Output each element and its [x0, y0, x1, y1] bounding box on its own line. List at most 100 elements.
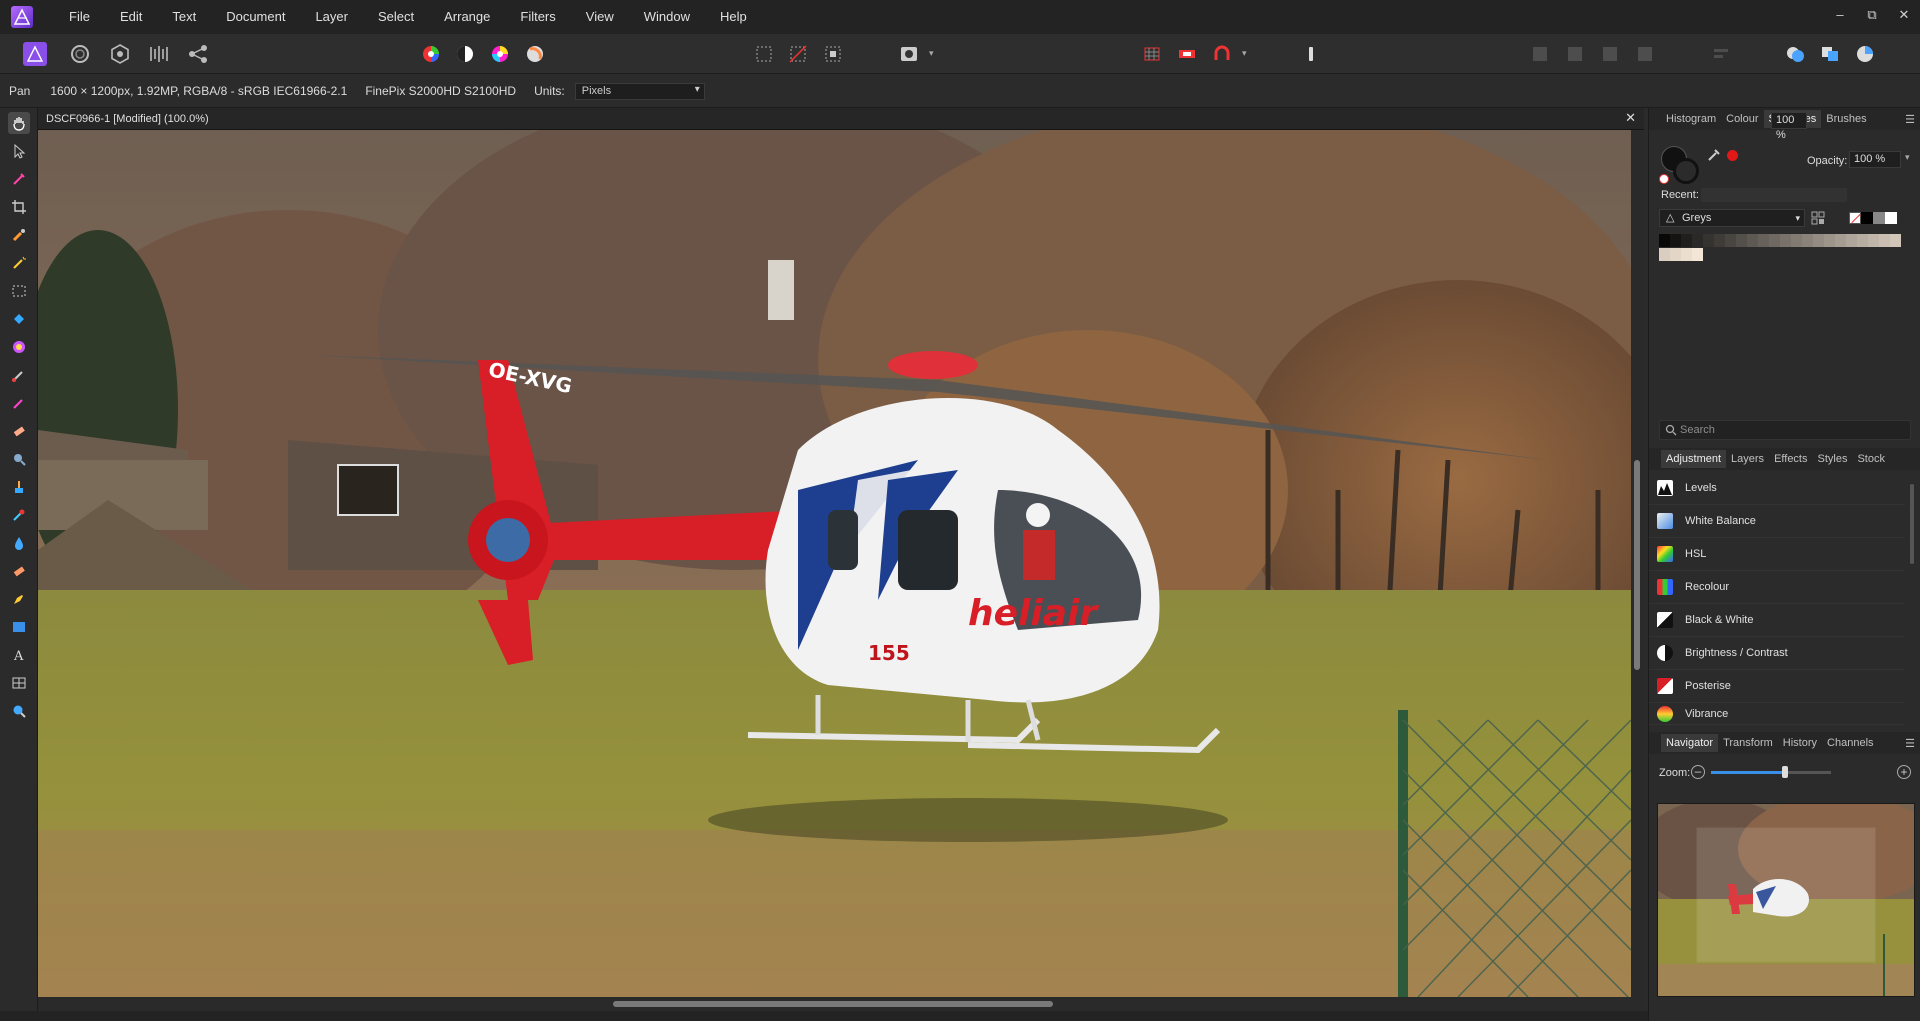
tone-mapping-persona-icon[interactable] [146, 41, 172, 67]
zoom-out-icon[interactable]: – [1691, 765, 1705, 779]
snapping-grid-icon[interactable] [1139, 41, 1165, 67]
smudge-brush-tool-icon[interactable] [8, 560, 30, 582]
view-tool-hand-icon[interactable] [8, 112, 30, 134]
palette-swatch[interactable] [1791, 234, 1802, 247]
adjustment-levels[interactable]: Levels [1649, 472, 1905, 505]
develop-persona-icon[interactable] [107, 41, 133, 67]
palette-swatch[interactable] [1670, 234, 1681, 247]
zoom-in-icon[interactable]: + [1897, 765, 1911, 779]
zoom-slider[interactable] [1711, 766, 1831, 778]
adjustment-vibrance[interactable]: Vibrance [1649, 703, 1905, 725]
palette-swatch[interactable] [1659, 248, 1670, 261]
document-canvas[interactable]: heliair 155 OE-XVG [38, 130, 1631, 997]
palette-swatch[interactable] [1681, 248, 1692, 261]
opacity-input[interactable]: 100 % [1849, 151, 1901, 168]
arrange-back-icon[interactable] [1527, 41, 1553, 67]
align-icon[interactable] [1708, 41, 1734, 67]
tab-navigator[interactable]: Navigator [1661, 734, 1719, 752]
selection-marquee-icon[interactable] [751, 41, 777, 67]
blur-brush-tool-icon[interactable] [8, 532, 30, 554]
crop-tool-icon[interactable] [8, 196, 30, 218]
menu-layer[interactable]: Layer [300, 0, 363, 34]
tab-stock[interactable]: Stock [1852, 450, 1890, 468]
menu-view[interactable]: View [571, 0, 629, 34]
menu-window[interactable]: Window [629, 0, 705, 34]
rectangle-tool-icon[interactable] [8, 616, 30, 638]
palette-swatch[interactable] [1670, 248, 1681, 261]
horizontal-scroll-thumb[interactable] [613, 1001, 1053, 1007]
palette-swatch[interactable] [1857, 234, 1868, 247]
palette-swatch[interactable] [1659, 234, 1670, 247]
zoom-input[interactable]: 100 % [1771, 112, 1807, 141]
quick-mask-dropdown-icon[interactable]: ▾ [929, 48, 934, 59]
color-picker-tool-icon[interactable] [8, 168, 30, 190]
eyedropper-icon[interactable] [1707, 148, 1721, 165]
no-colour-icon[interactable] [1659, 174, 1669, 184]
close-document-icon[interactable]: ✕ [1625, 110, 1636, 126]
document-tab[interactable]: DSCF0966-1 [Modified] (100.0%) ✕ [38, 108, 1644, 130]
vertical-scrollbar[interactable] [1631, 130, 1644, 997]
panel-menu-icon[interactable]: ☰ [1905, 737, 1915, 750]
export-persona-icon[interactable] [185, 41, 211, 67]
navigator-preview[interactable] [1657, 803, 1915, 997]
palette-swatch[interactable] [1824, 234, 1835, 247]
menu-filters[interactable]: Filters [505, 0, 570, 34]
pixel-tool-icon[interactable] [8, 392, 30, 414]
vertical-scroll-thumb[interactable] [1634, 460, 1640, 670]
palette-swatch[interactable] [1714, 234, 1725, 247]
gradient-tool-icon[interactable] [8, 336, 30, 358]
boolean-intersect-icon[interactable] [1852, 41, 1878, 67]
palette-swatch[interactable] [1879, 234, 1890, 247]
dodge-brush-tool-icon[interactable] [8, 448, 30, 470]
arrange-forward-icon[interactable] [1597, 41, 1623, 67]
tab-colour[interactable]: Colour [1721, 110, 1763, 128]
photo-persona-icon[interactable] [22, 41, 48, 67]
flood-select-tool-icon[interactable] [8, 252, 30, 274]
invert-selection-icon[interactable] [820, 41, 846, 67]
fill-stroke-colour-well[interactable] [1659, 146, 1701, 186]
menu-text[interactable]: Text [157, 0, 211, 34]
liquify-persona-icon[interactable] [67, 41, 93, 67]
horizontal-scrollbar[interactable] [38, 997, 1644, 1011]
palette-swatch[interactable] [1692, 234, 1703, 247]
tab-adjustment[interactable]: Adjustment [1661, 450, 1727, 468]
palette-swatch[interactable] [1681, 234, 1692, 247]
tab-effects[interactable]: Effects [1769, 450, 1812, 468]
erase-brush-tool-icon[interactable] [8, 420, 30, 442]
clone-brush-tool-icon[interactable] [8, 476, 30, 498]
artistic-text-tool-icon[interactable]: A [8, 644, 30, 666]
tab-history[interactable]: History [1778, 734, 1822, 752]
auto-contrast-icon[interactable] [452, 41, 478, 67]
boolean-add-icon[interactable] [1782, 41, 1808, 67]
tab-transform[interactable]: Transform [1718, 734, 1778, 752]
units-select[interactable]: Pixels [574, 82, 705, 100]
palette-swatch[interactable] [1802, 234, 1813, 247]
adjustment-posterise[interactable]: Posterise [1649, 670, 1905, 703]
context-toolbar-icon[interactable] [1298, 41, 1324, 67]
auto-colours-icon[interactable] [487, 41, 513, 67]
adjustment-hsl[interactable]: HSL [1649, 538, 1905, 571]
menu-arrange[interactable]: Arrange [429, 0, 505, 34]
menu-file[interactable]: File [54, 0, 105, 34]
tab-histogram[interactable]: Histogram [1661, 110, 1721, 128]
none-swatch[interactable] [1849, 212, 1861, 224]
palette-swatch[interactable] [1758, 234, 1769, 247]
white-swatch[interactable] [1885, 212, 1897, 224]
tab-layers[interactable]: Layers [1726, 450, 1769, 468]
grey-swatch[interactable] [1873, 212, 1885, 224]
recent-colour-red-swatch[interactable] [1727, 150, 1738, 161]
zoom-slider-handle[interactable] [1782, 766, 1789, 778]
boolean-subtract-icon[interactable] [1817, 41, 1843, 67]
pen-tool-icon[interactable] [8, 588, 30, 610]
palette-swatch[interactable] [1769, 234, 1780, 247]
palette-select[interactable]: Greys △ ▾ [1659, 209, 1805, 227]
close-button[interactable]: ✕ [1888, 0, 1920, 30]
flood-fill-tool-icon[interactable] [8, 308, 30, 330]
palette-swatch[interactable] [1868, 234, 1879, 247]
menu-select[interactable]: Select [363, 0, 429, 34]
paint-brush-tool-icon[interactable] [8, 364, 30, 386]
arrange-backward-icon[interactable] [1562, 41, 1588, 67]
palette-swatch[interactable] [1747, 234, 1758, 247]
auto-white-balance-icon[interactable] [522, 41, 548, 67]
palette-swatch[interactable] [1835, 234, 1846, 247]
